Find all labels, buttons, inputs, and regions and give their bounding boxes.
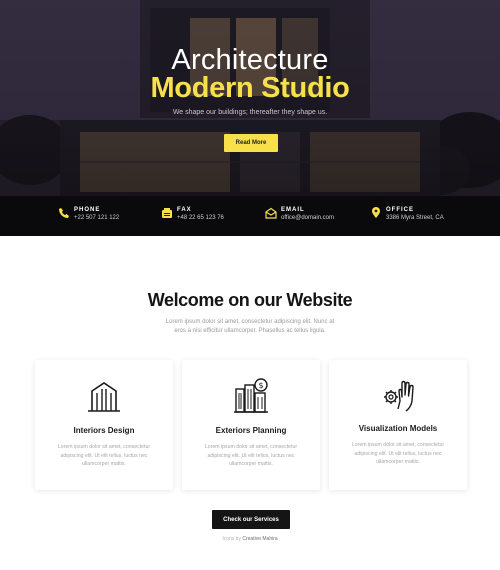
card-title: Visualization Models — [358, 424, 438, 433]
location-pin-icon — [370, 207, 382, 219]
service-card-interiors[interactable]: Interiors Design Lorem ipsum dolor sit a… — [35, 360, 173, 490]
contact-label: FAX — [177, 207, 192, 213]
fax-icon — [161, 207, 173, 219]
contact-label: EMAIL — [281, 207, 305, 213]
contact-value: 3386 Myra Street, CA — [386, 215, 444, 221]
icons-credit: Icons by Creative Mahira — [0, 536, 500, 542]
service-card-visualization[interactable]: Visualization Models Lorem ipsum dolor s… — [329, 360, 467, 490]
welcome-description: Lorem ipsum dolor sit amet, consectetur … — [165, 319, 335, 334]
welcome-title: Welcome on our Website — [147, 290, 353, 310]
hero-subtitle: We shape our buildings; thereafter they … — [172, 109, 328, 116]
contact-value[interactable]: office@domain.com — [281, 214, 334, 223]
card-title: Exteriors Planning — [215, 426, 287, 435]
service-card-exteriors[interactable]: $ Exteriors Planning Lorem ipsum dolor s… — [182, 360, 320, 490]
card-title: Interiors Design — [73, 426, 135, 435]
credit-link[interactable]: Creative Mahira — [242, 536, 277, 542]
contact-label: PHONE — [74, 207, 101, 213]
card-description: Lorem ipsum dolor sit amet, consectetur … — [351, 442, 445, 466]
read-more-button[interactable]: Read More — [224, 134, 278, 152]
check-services-button[interactable]: Check our Services — [212, 510, 290, 529]
phone-icon — [58, 207, 70, 219]
hero-title-highlight: Modern Studio — [150, 72, 350, 104]
hand-gear-icon — [378, 375, 418, 415]
contact-label: OFFICE — [386, 207, 414, 213]
card-description: Lorem ipsum dolor sit amet, consectetur … — [204, 444, 298, 468]
contact-value[interactable]: +48 22 65 123 76 — [177, 214, 224, 223]
building-icon — [84, 377, 124, 417]
card-description: Lorem ipsum dolor sit amet, consectetur … — [57, 444, 151, 468]
city-money-icon: $ — [231, 377, 271, 417]
contact-phone: PHONE +22 507 121 122 — [58, 206, 119, 226]
credit-prefix: Icons by — [222, 536, 241, 542]
contact-office: OFFICE 3386 Myra Street, CA — [370, 206, 444, 226]
contact-fax: FAX +48 22 65 123 76 — [161, 206, 224, 226]
contact-value[interactable]: +22 507 121 122 — [74, 214, 119, 223]
contact-email: EMAIL office@domain.com — [265, 206, 334, 226]
svg-text:$: $ — [258, 381, 263, 390]
email-icon — [265, 207, 277, 219]
